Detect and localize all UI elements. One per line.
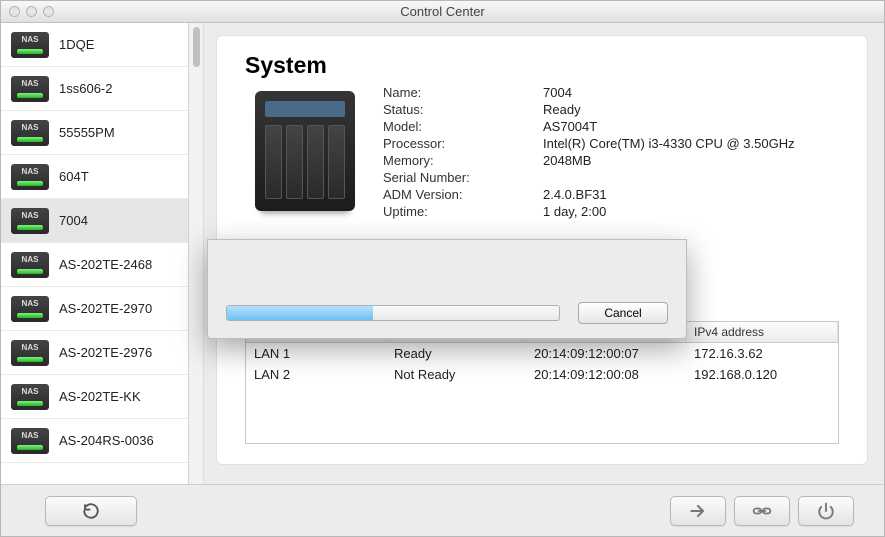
info-label: Uptime: [383,204,543,219]
sidebar-item-label: AS-202TE-KK [59,389,141,404]
cell-status: Ready [386,343,526,364]
system-heading: System [245,52,839,79]
nas-icon [11,32,49,58]
cell-ipv4: 172.16.3.62 [686,343,838,364]
cell-status: Not Ready [386,364,526,385]
sidebar-item-label: AS-204RS-0036 [59,433,154,448]
nas-icon [11,428,49,454]
info-label: Model: [383,119,543,134]
power-button[interactable] [798,496,854,526]
sidebar-item-label: 7004 [59,213,88,228]
sidebar-item-nas[interactable]: 1DQE [1,23,188,67]
info-label: Name: [383,85,543,100]
cell-name: LAN 1 [246,343,386,364]
minimize-window-icon[interactable] [26,6,37,17]
connect-button[interactable] [670,496,726,526]
nas-icon [11,252,49,278]
info-value: AS7004T [543,119,839,134]
info-label: ADM Version: [383,187,543,202]
sidebar-item-nas[interactable]: 7004 [1,199,188,243]
info-value: Ready [543,102,839,117]
sidebar-item-nas[interactable]: 1ss606-2 [1,67,188,111]
network-table: Name Status MAC address IPv4 address LAN… [245,321,839,444]
traffic-lights [9,6,54,17]
sidebar-item-nas[interactable]: 604T [1,155,188,199]
sidebar-item-label: 604T [59,169,89,184]
cell-mac: 20:14:09:12:00:07 [526,343,686,364]
table-row[interactable]: LAN 1 Ready 20:14:09:12:00:07 172.16.3.6… [246,343,838,364]
nas-icon [11,384,49,410]
sidebar-item-nas[interactable]: AS-204RS-0036 [1,419,188,463]
close-window-icon[interactable] [9,6,20,17]
cell-name: LAN 2 [246,364,386,385]
info-label: Memory: [383,153,543,168]
sidebar-item-label: 1DQE [59,37,94,52]
progress-dialog: Cancel [207,239,687,339]
info-label: Processor: [383,136,543,151]
system-info-table: Name:7004 Status:Ready Model:AS7004T Pro… [383,85,839,231]
sidebar-item-label: AS-202TE-2976 [59,345,152,360]
zoom-window-icon[interactable] [43,6,54,17]
info-value [543,170,839,185]
info-label: Serial Number: [383,170,543,185]
power-icon [817,502,835,520]
footer-toolbar [1,484,884,536]
nas-icon [11,120,49,146]
info-value: Intel(R) Core(TM) i3-4330 CPU @ 3.50GHz [543,136,839,151]
sidebar-item-nas[interactable]: AS-202TE-2468 [1,243,188,287]
sidebar-item-label: AS-202TE-2468 [59,257,152,272]
window-title: Control Center [1,4,884,19]
progress-bar [226,305,560,321]
scroll-thumb[interactable] [193,27,200,67]
link-icon [751,501,773,521]
info-value: 2.4.0.BF31 [543,187,839,202]
nas-icon [11,296,49,322]
app-window: Control Center 1DQE 1ss606-2 55555PM 604… [0,0,885,537]
cell-mac: 20:14:09:12:00:08 [526,364,686,385]
nas-icon [11,208,49,234]
link-button[interactable] [734,496,790,526]
sidebar-item-nas[interactable]: AS-202TE-KK [1,375,188,419]
device-image [245,91,365,231]
nas-icon [11,340,49,366]
cell-ipv4: 192.168.0.120 [686,364,838,385]
titlebar: Control Center [1,1,884,23]
sidebar-item-nas[interactable]: AS-202TE-2976 [1,331,188,375]
info-value: 1 day, 2:00 [543,204,839,219]
sidebar-item-label: AS-202TE-2970 [59,301,152,316]
col-header-ipv4[interactable]: IPv4 address [686,322,838,342]
refresh-button[interactable] [45,496,137,526]
info-value: 7004 [543,85,839,100]
sidebar-item-label: 1ss606-2 [59,81,112,96]
nas-icon [11,76,49,102]
sidebar-item-label: 55555PM [59,125,115,140]
info-value: 2048MB [543,153,839,168]
table-row[interactable]: LAN 2 Not Ready 20:14:09:12:00:08 192.16… [246,364,838,385]
sidebar-item-nas[interactable]: 55555PM [1,111,188,155]
arrow-right-icon [688,501,708,521]
refresh-icon [82,502,100,520]
cancel-button[interactable]: Cancel [578,302,668,324]
progress-fill [227,306,373,320]
device-sidebar: 1DQE 1ss606-2 55555PM 604T 7004 AS-202TE… [1,23,189,484]
sidebar-scrollbar[interactable] [189,23,204,484]
info-label: Status: [383,102,543,117]
nas-icon [11,164,49,190]
sidebar-item-nas[interactable]: AS-202TE-2970 [1,287,188,331]
